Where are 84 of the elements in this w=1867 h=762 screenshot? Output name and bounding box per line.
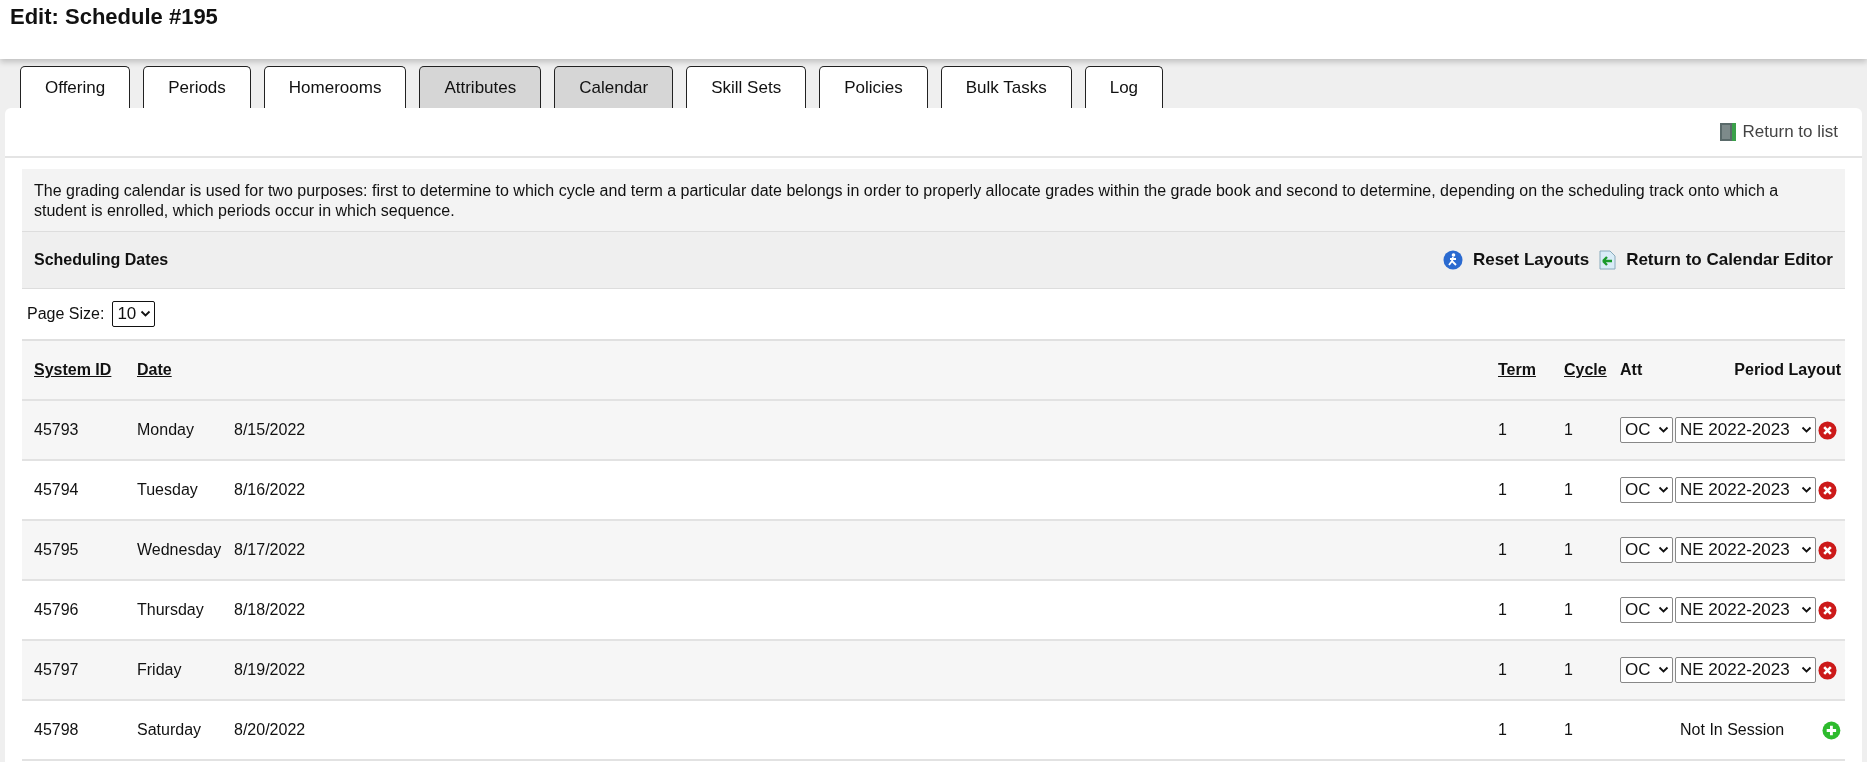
table-cell-text: Monday xyxy=(137,421,195,439)
att-select[interactable]: OC xyxy=(1620,477,1673,503)
column-header[interactable]: Cycle xyxy=(1564,361,1620,379)
delete-icon[interactable] xyxy=(1818,600,1837,620)
chevron-icon xyxy=(1658,486,1669,494)
table-cell-text: 1 xyxy=(1498,421,1508,439)
table-cell: 8/15/2022 xyxy=(234,421,306,438)
table-cell-text: 45798 xyxy=(34,721,80,739)
table-cell-text: 45794 xyxy=(34,481,80,499)
table-cell-text: 1 xyxy=(1564,541,1574,559)
chevron-icon xyxy=(1801,426,1812,434)
return-to-list-link[interactable]: Return to list xyxy=(1742,122,1838,142)
runner-icon xyxy=(1442,250,1463,270)
status-text: Not In Session xyxy=(1679,721,1786,739)
page-size-select[interactable]: 10 xyxy=(112,301,156,327)
add-icon[interactable] xyxy=(1822,720,1841,740)
tab[interactable]: Skill Sets xyxy=(686,66,807,108)
chevron-icon xyxy=(140,310,152,318)
chevron-icon xyxy=(1801,666,1812,674)
table-cell-text: 1 xyxy=(1498,601,1508,619)
table-cell-text: 1 xyxy=(1498,481,1508,499)
table-cell-text: 1 xyxy=(1564,421,1574,439)
table-cell-text: Saturday xyxy=(137,721,203,739)
chevron-icon xyxy=(1658,606,1669,614)
table-cell-text: 1 xyxy=(1498,541,1508,559)
column-header: Att xyxy=(1620,361,1643,379)
delete-icon[interactable] xyxy=(1818,540,1837,560)
action-link[interactable]: Reset Layouts xyxy=(1472,250,1590,270)
period-layout-select[interactable]: NE 2022-2023 xyxy=(1675,657,1816,683)
table-cell-text: 1 xyxy=(1564,721,1574,739)
delete-icon[interactable] xyxy=(1818,480,1837,500)
table-cell-text: 45795 xyxy=(34,541,80,559)
table-cell-text: 1 xyxy=(1564,481,1574,499)
table-cell: 8/20/2022 xyxy=(234,721,306,738)
tab[interactable]: Calendar xyxy=(554,66,674,108)
period-layout-select[interactable]: NE 2022-2023 xyxy=(1675,477,1816,503)
table-cell: 8/18/2022 xyxy=(234,601,306,618)
tab[interactable]: Homerooms xyxy=(263,66,407,108)
chevron-icon xyxy=(1658,546,1669,554)
chevron-icon xyxy=(1801,546,1812,554)
tab[interactable]: Attributes xyxy=(419,66,542,108)
tab[interactable]: Bulk Tasks xyxy=(940,66,1072,108)
chevron-icon xyxy=(1801,486,1812,494)
chevron-icon xyxy=(1658,426,1669,434)
chevron-icon xyxy=(1801,606,1812,614)
tab[interactable]: Policies xyxy=(819,66,928,108)
period-layout-select[interactable]: NE 2022-2023 xyxy=(1675,597,1816,623)
table-cell-text: 1 xyxy=(1498,721,1508,739)
table-cell-text: Wednesday xyxy=(137,541,223,559)
description-text: The grading calendar is used for two purposes: first to determine to which cycle and term a particular date belongs in order to properly allocate grades within the grade book and second to determine, depending on the scheduling track onto which a student is enrolled, which periods occur in which sequence. xyxy=(22,169,1845,232)
column-header[interactable]: Date xyxy=(137,361,172,378)
section-title: Scheduling Dates xyxy=(34,251,169,269)
page-title: Edit: Schedule #195 xyxy=(10,4,218,30)
back-arrow-icon xyxy=(1599,250,1617,270)
delete-icon[interactable] xyxy=(1818,420,1837,440)
period-layout-select[interactable]: NE 2022-2023 xyxy=(1675,417,1816,443)
column-header: Period Layout xyxy=(1734,361,1841,379)
tab[interactable]: Periods xyxy=(143,66,251,108)
table-cell-text: Thursday xyxy=(137,601,205,619)
att-select[interactable]: OC xyxy=(1620,657,1673,683)
att-select[interactable]: OC xyxy=(1620,417,1673,443)
table-cell: 8/16/2022 xyxy=(234,481,306,498)
att-select[interactable]: OC xyxy=(1620,537,1673,563)
tab[interactable]: Offering xyxy=(20,66,131,108)
att-select[interactable]: OC xyxy=(1620,597,1673,623)
table-cell-text: 45797 xyxy=(34,661,80,679)
table-cell-text: 1 xyxy=(1564,601,1574,619)
column-header[interactable]: System ID xyxy=(34,361,137,379)
action-link[interactable]: Return to Calendar Editor xyxy=(1626,250,1833,270)
period-layout-select[interactable]: NE 2022-2023 xyxy=(1675,537,1816,563)
table-cell-text: 45793 xyxy=(34,421,80,439)
table-cell-text: 1 xyxy=(1564,661,1574,679)
column-header[interactable]: Term xyxy=(1498,361,1564,379)
chevron-icon xyxy=(1658,666,1669,674)
table-cell: 8/19/2022 xyxy=(234,661,306,678)
page-size-label: Page Size: xyxy=(27,305,105,323)
tab[interactable]: Log xyxy=(1084,66,1164,108)
table-cell-text: 45796 xyxy=(34,601,80,619)
delete-icon[interactable] xyxy=(1818,660,1837,680)
door-icon xyxy=(1718,122,1737,142)
table-cell-text: Friday xyxy=(137,661,183,679)
table-cell: 8/17/2022 xyxy=(234,541,306,558)
table-cell-text: 1 xyxy=(1498,661,1508,679)
table-cell-text: Tuesday xyxy=(137,481,199,499)
